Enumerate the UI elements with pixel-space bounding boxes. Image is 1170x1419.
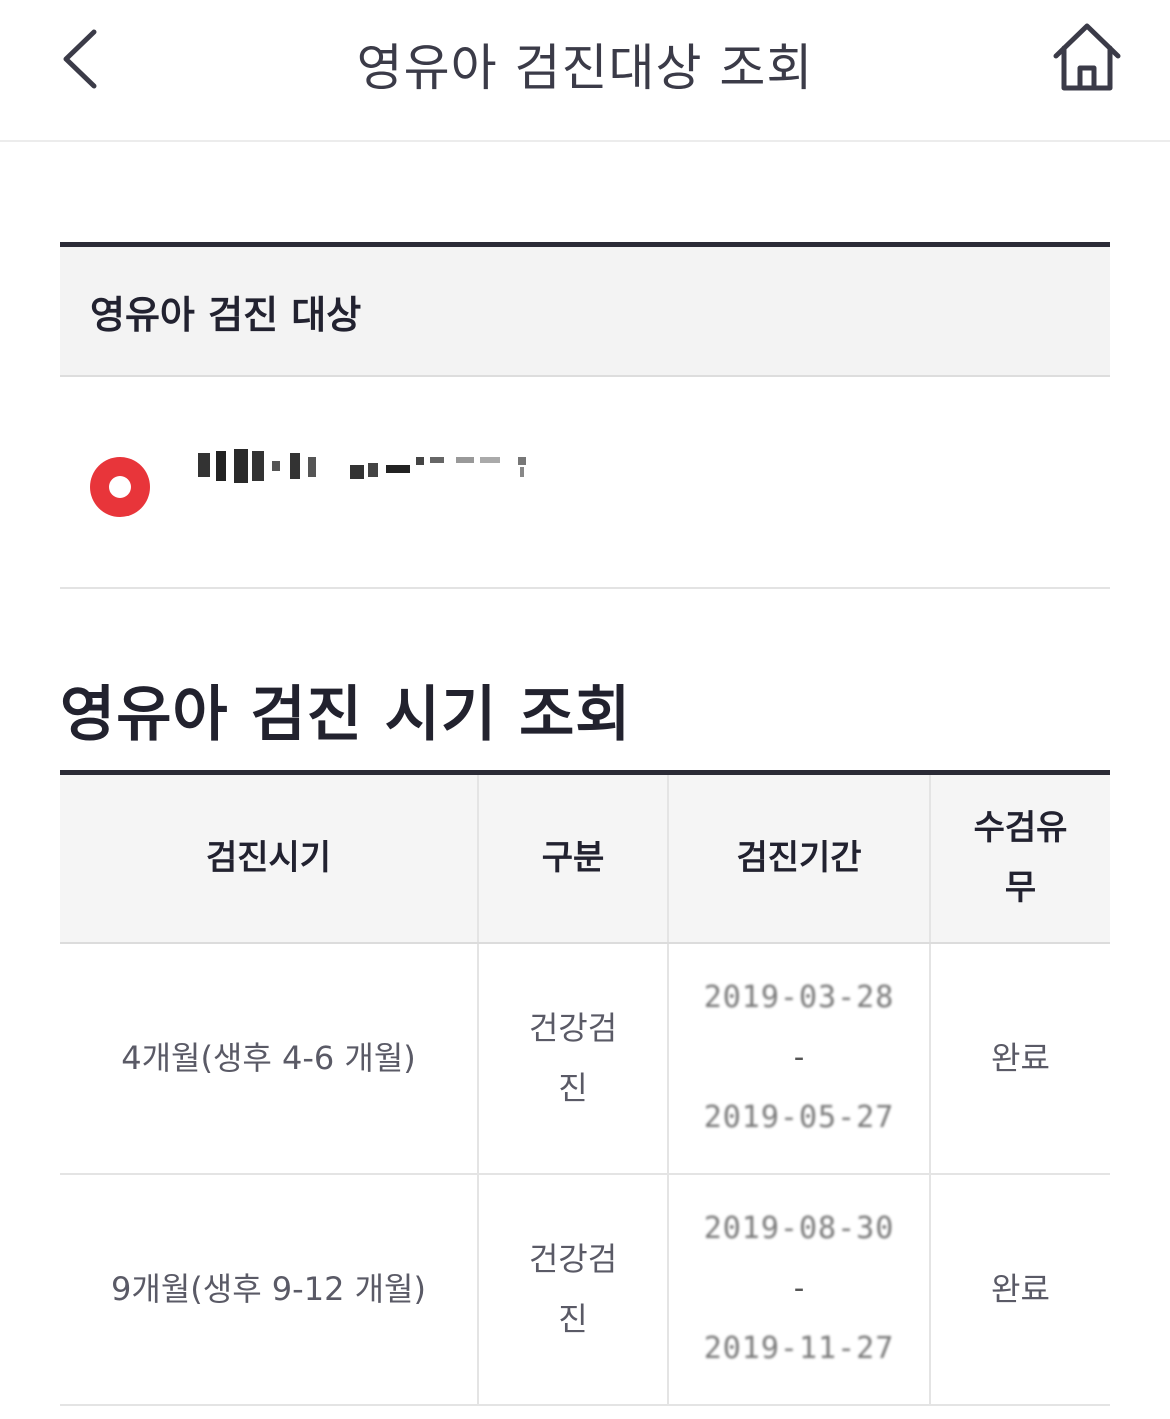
target-section: 영유아 검진 대상 (60, 242, 1110, 589)
cell-category: 건강검진 (478, 942, 669, 1175)
column-header-status: 수검유무 (930, 772, 1110, 944)
cell-status: 완료 (930, 1173, 1110, 1406)
home-icon (1053, 23, 1121, 91)
target-option[interactable] (60, 377, 1110, 589)
column-header-period: 검진시기 (60, 772, 479, 944)
category-label: 건강검진 (528, 1240, 618, 1338)
table-row: 4개월(생후 4-6 개월) 건강검진 2019-03-28 - 2019-05… (60, 942, 1110, 1175)
radio-selected-icon[interactable] (90, 457, 150, 517)
column-header-status-label: 수검유무 (973, 808, 1068, 909)
cell-range: 2019-03-28 - 2019-05-27 (668, 942, 931, 1175)
target-header: 영유아 검진 대상 (60, 242, 1110, 377)
app-bar: 영유아 검진대상 조회 (0, 0, 1170, 142)
cell-period: 4개월(생후 4-6 개월) (60, 942, 479, 1175)
table-row: 9개월(생후 9-12 개월) 건강검진 2019-08-30 - 2019-1… (60, 1173, 1110, 1406)
page-title: 영유아 검진대상 조회 (356, 39, 814, 97)
table-header-row: 검진시기 구분 검진기간 수검유무 (60, 772, 1110, 944)
masked-name (198, 449, 526, 483)
target-header-label: 영유아 검진 대상 (90, 292, 362, 337)
column-header-range: 검진기간 (668, 772, 931, 944)
range-start: 2019-08-30 (703, 1211, 895, 1246)
cell-status: 완료 (930, 942, 1110, 1175)
home-button[interactable] (1048, 20, 1126, 96)
range-end: 2019-05-27 (703, 1100, 895, 1135)
column-header-category: 구분 (478, 772, 669, 944)
cell-category: 건강검진 (478, 1173, 669, 1406)
range-separator: - (789, 1271, 809, 1306)
cell-range: 2019-08-30 - 2019-11-27 (668, 1173, 931, 1406)
schedule-table: 검진시기 구분 검진기간 수검유무 4개월(생후 4-6 개월) 건강검진 20… (60, 770, 1110, 1406)
range-end: 2019-11-27 (703, 1331, 895, 1366)
range-start: 2019-03-28 (703, 980, 895, 1015)
section-title: 영유아 검진 시기 조회 (60, 680, 632, 750)
range-separator: - (789, 1040, 809, 1075)
cell-period: 9개월(생후 9-12 개월) (60, 1173, 479, 1406)
category-label: 건강검진 (528, 1009, 618, 1107)
